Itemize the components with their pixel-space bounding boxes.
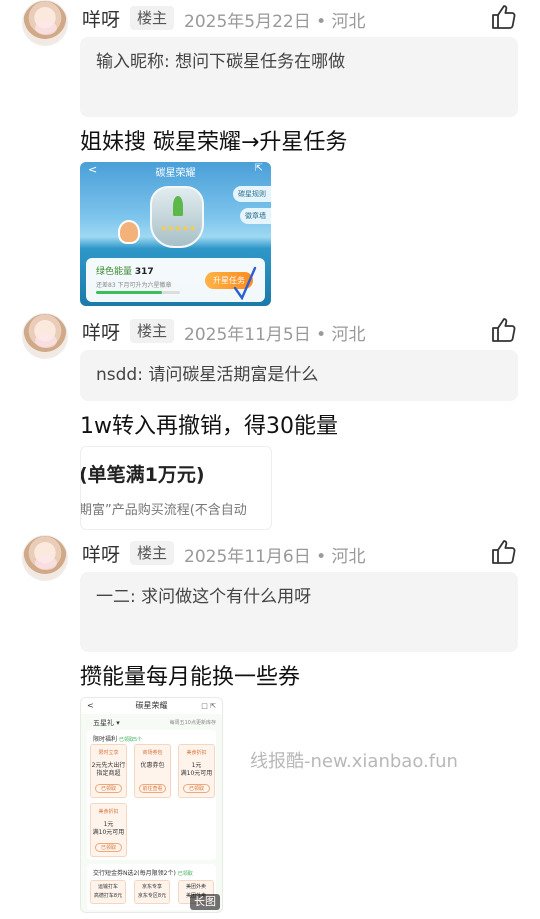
energy-info: 绿色能量 317 — [96, 264, 154, 277]
share-icon: ⇱ — [254, 163, 263, 174]
checkmark-annotation-icon — [233, 266, 257, 300]
stock-note: 每周五10点更新库存 — [169, 720, 216, 726]
coupon-name: 美食折扣 — [186, 750, 207, 756]
quoted-text: 请问碳星活期富是什么 — [148, 365, 319, 385]
comment-text: 攒能量每月能换一些券 — [80, 665, 301, 690]
back-icon: < — [87, 701, 94, 710]
username[interactable]: 咩呀 — [82, 5, 120, 32]
op-badge: 楼主 — [130, 6, 175, 30]
voucher-card: 运输打车 高德打车8元 — [90, 880, 126, 904]
image-header: < 碳星荣耀 □ ⇱ — [81, 698, 222, 714]
section-title-text: 交行短金券N选2(每月限领2个) — [93, 870, 176, 877]
coupon-card: 美食折扣 1元 满10元可用 已领取 — [178, 744, 215, 798]
avatar[interactable] — [22, 313, 68, 359]
coupon-value: 优惠券包 — [140, 762, 165, 769]
watermark: 线报酷-new.xianbao.fun — [250, 751, 458, 772]
avatar[interactable] — [22, 0, 68, 46]
username[interactable]: 咩呀 — [82, 540, 120, 567]
coupon-value: 2元先大出行 指定商超 — [91, 762, 126, 777]
avatar[interactable] — [22, 535, 68, 581]
section-tag: 已领取5个 — [118, 737, 143, 743]
attached-image-screenshot[interactable]: (单笔满1万元) 期富”产品购买流程(不含自动 — [80, 446, 272, 530]
coupon-button: 已领取 — [95, 843, 122, 852]
quoted-comment[interactable]: 输入昵称: 想问下碳星任务在哪做 — [80, 37, 518, 117]
quoted-text: 想问下碳星任务在哪做 — [175, 52, 346, 72]
long-image-badge: 长图 — [190, 894, 220, 910]
energy-sub: 还差83 下月可升为六星徽章 — [96, 282, 172, 289]
section-tag: 已领取 — [177, 871, 193, 877]
quoted-comment[interactable]: 一二: 求问做这个有什么用呀 — [80, 572, 518, 652]
thumbs-up-icon[interactable] — [489, 538, 517, 566]
energy-value: 317 — [134, 267, 154, 277]
thumbs-up-icon[interactable] — [489, 316, 517, 344]
coupon-name: 限时立享 — [98, 750, 119, 756]
coupon-card: 商场券包 优惠券包 前往查看 — [134, 744, 171, 798]
energy-label: 绿色能量 — [96, 267, 133, 277]
thumbs-up-icon[interactable] — [489, 3, 517, 31]
badge-wall-chip: 徽章墙 — [240, 208, 271, 224]
image-text-line-1: (单笔满1万元) — [80, 464, 205, 486]
coupon-button: 前往查看 — [139, 784, 166, 793]
level-selector: 五星礼 ▾ — [93, 719, 120, 727]
post-meta: 2025年11月5日 • 河北 — [184, 325, 366, 345]
voucher-value: 高德打车8元 — [93, 893, 123, 899]
op-badge: 楼主 — [130, 319, 175, 343]
header-icons: □ ⇱ — [201, 702, 216, 710]
section-title-text: 限时福利 — [93, 736, 118, 743]
voucher-name: 美团外卖 — [185, 884, 206, 890]
attached-image-tanxing[interactable]: < 碳星荣耀 ⇱ ★★★★★ 碳星规则 徽章墙 绿色能量 317 还差83 下月… — [80, 162, 271, 306]
image-text-line-2: 期富”产品购买流程(不含自动 — [80, 503, 247, 518]
rules-chip: 碳星规则 — [233, 186, 271, 202]
quoted-user: 一二: — [96, 587, 136, 607]
op-badge: 楼主 — [130, 541, 175, 565]
comment-text: 1w转入再撤销，得30能量 — [80, 414, 338, 439]
energy-progress-fill — [96, 291, 163, 294]
attached-image-long[interactable]: < 碳星荣耀 □ ⇱ 五星礼 ▾ 每周五10点更新库存 限时福利 已领取5个 限… — [80, 697, 223, 913]
image-title: 碳星荣耀 — [135, 701, 168, 710]
username[interactable]: 咩呀 — [82, 318, 120, 345]
voucher-value: 京东专区8元 — [137, 893, 167, 899]
quoted-text: 求问做这个有什么用呀 — [141, 587, 312, 607]
coupon-name: 商场券包 — [142, 750, 163, 756]
limited-benefits-section: 限时福利 已领取5个 限时立享 2元先大出行 指定商超 已领取 商场券包 优惠券… — [87, 730, 216, 860]
image-title: 碳星荣耀 — [155, 168, 196, 179]
comment-text: 姐妹搜 碳星荣耀→升星任务 — [80, 130, 348, 155]
coupon-value: 1元 满10元可用 — [92, 821, 125, 836]
voucher-card: 京东专享 京东专区8元 — [134, 880, 170, 904]
quoted-user: 输入昵称: — [96, 52, 170, 72]
star-rating: ★★★★★ — [160, 224, 196, 233]
post-meta: 2025年11月6日 • 河北 — [184, 547, 366, 567]
coupon-value: 1元 满10元可用 — [180, 762, 213, 777]
energy-progress — [96, 291, 180, 294]
coupon-card: 限时立享 2元先大出行 指定商超 已领取 — [90, 744, 127, 798]
quoted-user: nsdd: — [96, 365, 143, 385]
section-title: 交行短金券N选2(每月限领2个) 已领取 — [93, 868, 193, 877]
coupon-button: 已领取 — [95, 784, 122, 793]
coupon-button: 已领取 — [183, 784, 210, 793]
post-meta: 2025年5月22日 • 河北 — [184, 12, 366, 32]
coupon-name: 美食折扣 — [98, 809, 119, 815]
voucher-name: 京东专享 — [141, 884, 162, 890]
sprout-icon — [173, 196, 183, 216]
coupon-card: 美食折扣 1元 满10元可用 已领取 — [90, 803, 127, 857]
section-title: 限时福利 已领取5个 — [93, 734, 142, 743]
quoted-comment[interactable]: nsdd: 请问碳星活期富是什么 — [80, 350, 518, 401]
mascot-icon — [118, 220, 140, 244]
voucher-name: 运输打车 — [97, 884, 118, 890]
